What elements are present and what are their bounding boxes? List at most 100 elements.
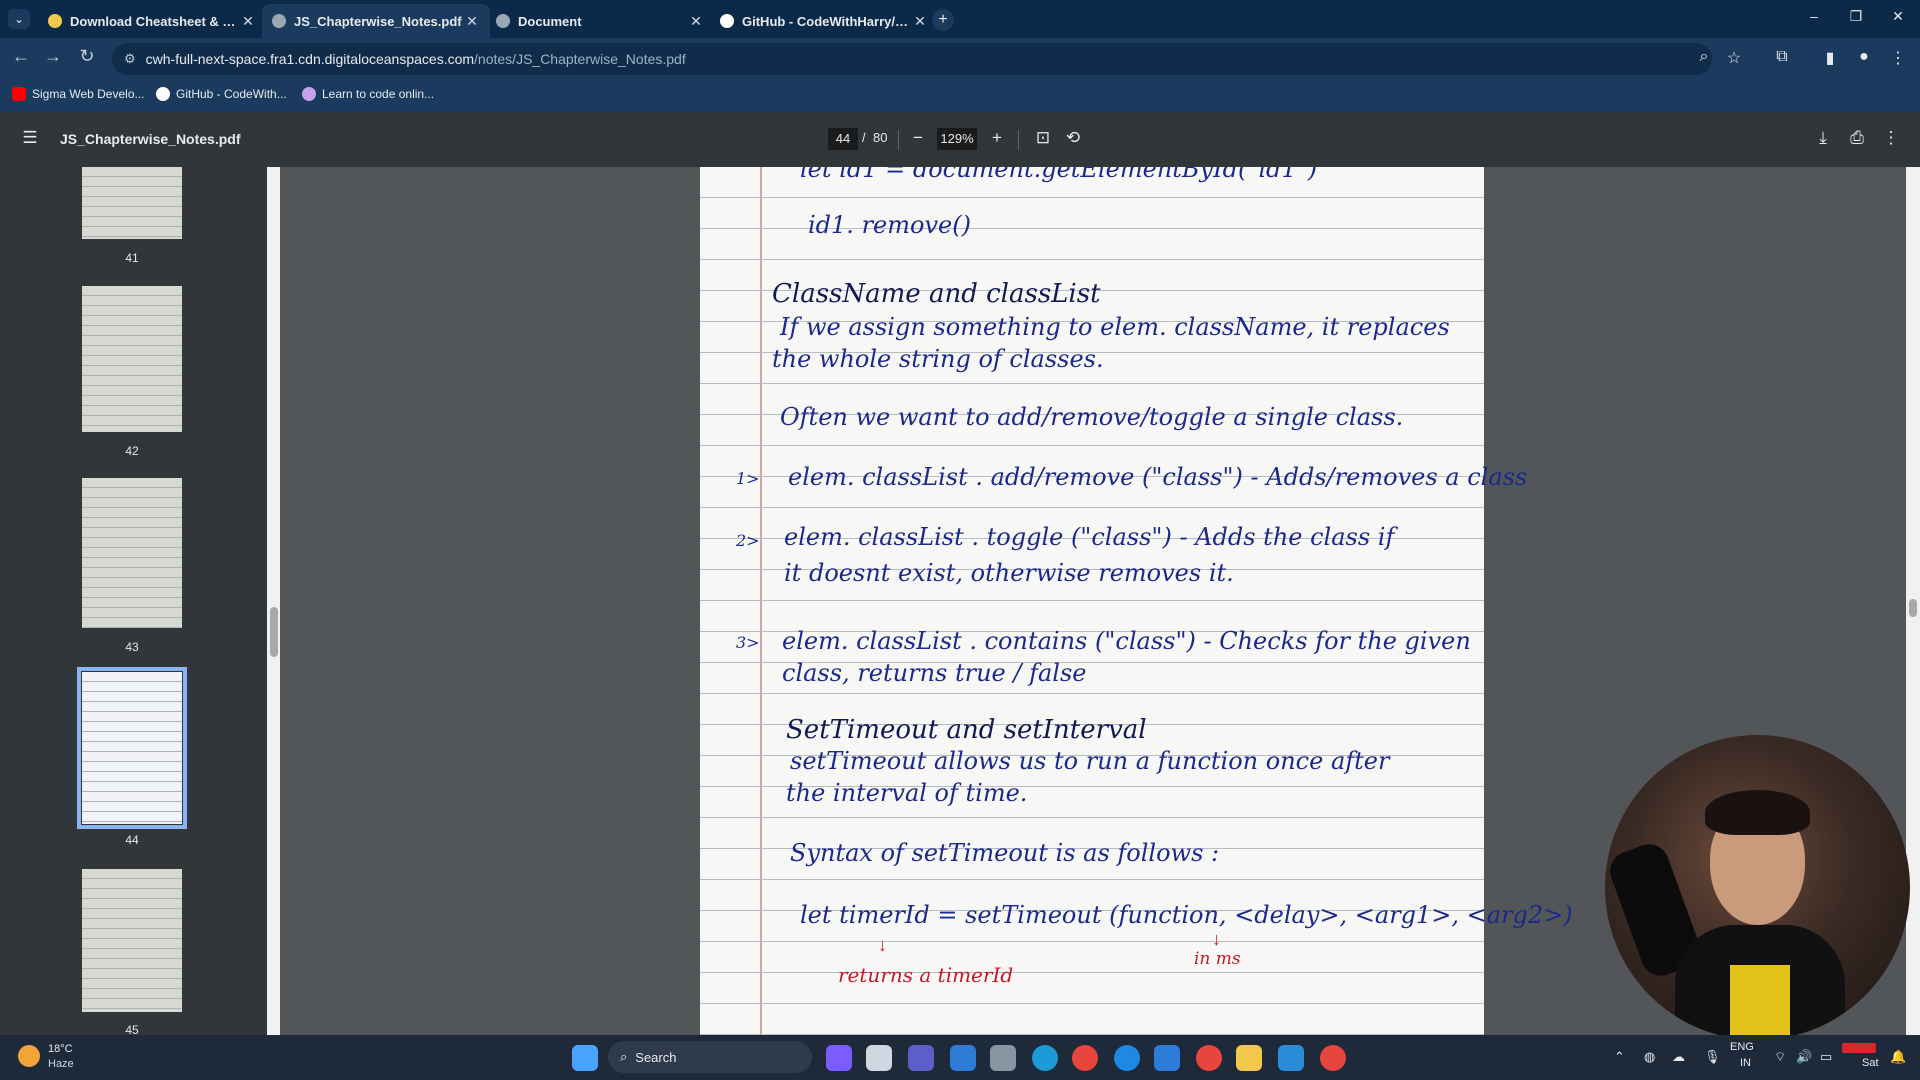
wifi-icon[interactable]: ⌔ [1774,1049,1786,1065]
clock-day: Sat [1862,1057,1879,1069]
note-annotation: in ms [1194,949,1241,969]
start-icon[interactable] [572,1045,598,1071]
settings-icon[interactable] [990,1045,1016,1071]
teams-icon[interactable] [908,1045,934,1071]
bookmark-sigma[interactable]: Sigma Web Develo... [12,87,145,101]
page-thumbnail-45[interactable] [82,869,182,1012]
toolbar-divider [898,130,899,150]
tab-js-notes[interactable]: JS_Chapterwise_Notes.pdf ✕ [262,4,490,38]
bookmarks-bar: Sigma Web Develo... GitHub - CodeWith...… [0,80,1920,113]
bookmark-label: Learn to code onlin... [322,87,435,101]
webcam-overlay [1605,735,1910,1040]
sidebar-scrollbar-thumb[interactable] [270,607,278,657]
tab-cheatsheet[interactable]: Download Cheatsheet & Notes ✕ [38,4,266,38]
weather-icon[interactable] [18,1045,40,1067]
restore-icon[interactable]: ❐ [1836,8,1876,25]
close-icon[interactable]: ✕ [688,13,704,30]
menu-icon[interactable]: ⋮ [1886,48,1910,68]
language-top[interactable]: ENG [1730,1041,1754,1053]
chrome-active-icon[interactable] [1320,1045,1346,1071]
bookmark-learn[interactable]: Learn to code onlin... [302,87,434,101]
tab-github[interactable]: GitHub - CodeWithHarry/Sigma ✕ [710,4,938,38]
viewer-scrollbar-thumb[interactable] [1909,599,1917,617]
task-view-icon[interactable] [866,1045,892,1071]
page-thumbnail-42[interactable] [82,286,182,432]
browser-toolbar: ← → ↻ ⚙ cwh-full-next-space.fra1.cdn.dig… [0,38,1920,80]
address-bar[interactable]: ⚙ cwh-full-next-space.fra1.cdn.digitaloc… [112,43,1712,75]
close-icon[interactable]: ✕ [464,13,480,30]
bookmark-favicon-icon [302,87,316,101]
pdf-page: let id1 = document.getElementById("id1")… [700,167,1573,1035]
zoom-out-icon[interactable]: − [907,128,929,148]
url-path: /notes/JS_Chapterwise_Notes.pdf [474,51,686,67]
onedrive-icon[interactable]: ☁ [1672,1049,1685,1065]
taskbar: 18°C Haze ⌕ Search ⌃ ◍ ☁ 🎙 ENG IN ⌔ 🔊 ▭ … [0,1035,1920,1080]
tab-favicon-icon [48,14,62,28]
close-icon[interactable]: ✕ [912,13,928,30]
close-icon[interactable]: ✕ [240,13,256,30]
tab-favicon-icon [496,14,510,28]
todo-icon[interactable] [1154,1045,1180,1071]
rotate-icon[interactable]: ⟲ [1062,128,1084,148]
thumbnail-number: 45 [125,1023,139,1035]
download-icon[interactable]: ⤓ [1812,128,1834,148]
skype-icon[interactable] [1114,1045,1140,1071]
weather-temperature: 18°C [48,1043,73,1055]
tray-chevron-icon[interactable]: ⌃ [1614,1049,1625,1065]
youtube-icon [12,87,26,101]
zoom-input[interactable]: 129% [937,128,977,150]
tab-search-button[interactable]: ⌄ [8,9,30,29]
window-close-icon[interactable]: ✕ [1878,8,1918,25]
battery-icon[interactable]: ▭ [1820,1049,1832,1065]
sidebar-scrollbar[interactable] [267,167,280,1035]
reload-icon[interactable]: ↻ [74,46,100,67]
forward-icon[interactable]: → [40,46,66,67]
chrome-icon[interactable] [1072,1045,1098,1071]
site-info-icon[interactable]: ⚙ [124,51,136,67]
note-list-number: 2> [736,531,760,550]
hamburger-menu-icon[interactable]: ☰ [19,128,41,148]
thumbnail-number: 43 [125,640,139,654]
side-panel-icon[interactable]: ▮ [1818,48,1842,68]
bookmark-star-icon[interactable]: ☆ [1722,48,1746,68]
chrome-profile-icon[interactable] [1196,1045,1222,1071]
profile-icon[interactable]: ● [1852,48,1876,66]
print-icon[interactable]: ⎙ [1846,128,1868,148]
tab-document[interactable]: Document ✕ [486,4,714,38]
note-line: the interval of time. [786,779,1028,807]
widgets-icon[interactable] [826,1045,852,1071]
notification-icon[interactable]: 🔔 [1890,1049,1906,1065]
note-line: let timerId = setTimeout (function, <del… [800,901,1573,929]
calendar-icon[interactable] [950,1045,976,1071]
page-thumbnail-44[interactable] [77,667,187,829]
volume-icon[interactable]: 🔊 [1796,1049,1812,1065]
toolbar-divider [1018,130,1019,150]
tray-app-icon[interactable]: ◍ [1644,1049,1655,1065]
thumbnail-number: 41 [125,251,139,265]
bookmark-label: GitHub - CodeWith... [176,87,287,101]
page-thumbnail-43[interactable] [82,478,182,628]
file-explorer-icon[interactable] [1236,1045,1262,1071]
thumbnail-number: 44 [125,833,139,847]
zoom-in-icon[interactable]: + [986,128,1008,148]
zoom-icon[interactable]: ⌕ [1692,48,1716,66]
vscode-icon[interactable] [1278,1045,1304,1071]
mic-icon[interactable]: 🎙 [1704,1049,1721,1065]
more-options-icon[interactable]: ⋮ [1880,128,1902,148]
fit-page-icon[interactable]: ⊡ [1032,128,1054,148]
back-icon[interactable]: ← [8,46,34,67]
bookmark-github[interactable]: GitHub - CodeWith... [156,87,287,101]
note-line: elem. classList . toggle ("class") - Add… [784,523,1395,551]
taskbar-search[interactable]: ⌕ Search [608,1041,812,1073]
page-number-input[interactable]: 44 [828,128,858,150]
extensions-icon[interactable]: ⧉ [1770,48,1794,66]
bookmark-label: Sigma Web Develo... [32,87,145,101]
note-line: elem. classList . add/remove ("class") -… [788,463,1528,491]
edge-icon[interactable] [1032,1045,1058,1071]
weather-description: Haze [48,1058,74,1070]
minimize-icon[interactable]: – [1794,8,1834,24]
note-line: it doesnt exist, otherwise removes it. [784,559,1234,587]
note-heading: SetTimeout and setInterval [786,715,1147,745]
page-thumbnail-41[interactable] [82,167,182,239]
new-tab-button[interactable]: + [932,9,954,31]
